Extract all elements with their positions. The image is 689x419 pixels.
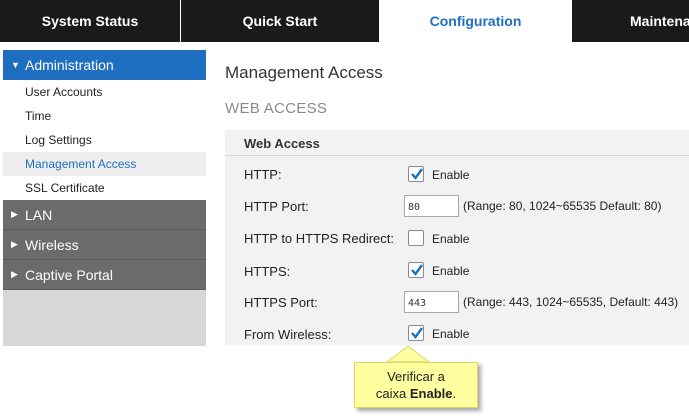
section-title: WEB ACCESS: [225, 100, 328, 117]
https-port-hint: (Range: 443, 1024~65535, Default: 443): [463, 295, 679, 309]
sidebar: ▼ Administration User Accounts Time Log …: [3, 50, 206, 346]
sidebar-item-ssl-certificate[interactable]: SSL Certificate: [3, 176, 206, 200]
tab-quick-start[interactable]: Quick Start: [180, 0, 379, 42]
https-port-input[interactable]: 443: [404, 291, 459, 313]
caret-right-icon: ▶: [11, 239, 18, 249]
from-wireless-enable-label: Enable: [432, 327, 470, 341]
sidebar-group-label: Administration: [25, 57, 114, 73]
from-wireless-label: From Wireless:: [244, 327, 332, 342]
http-enable-label: Enable: [432, 168, 470, 182]
caret-right-icon: ▶: [11, 269, 18, 279]
redirect-label: HTTP to HTTPS Redirect:: [244, 231, 395, 246]
from-wireless-enable-checkbox[interactable]: [408, 325, 424, 341]
http-label: HTTP:: [244, 167, 282, 182]
https-port-label: HTTPS Port:: [244, 295, 318, 310]
http-port-label: HTTP Port:: [244, 199, 309, 214]
sidebar-item-time[interactable]: Time: [3, 104, 206, 128]
sidebar-item-management-access[interactable]: Management Access: [3, 152, 206, 176]
callout-arrow-icon: [386, 345, 430, 363]
https-label: HTTPS:: [244, 264, 291, 279]
tab-system-status[interactable]: System Status: [0, 0, 180, 42]
sidebar-group-wireless[interactable]: ▶ Wireless: [3, 230, 206, 260]
checkmark-icon: [411, 264, 423, 276]
http-enable-checkbox[interactable]: [408, 166, 424, 182]
sidebar-group-administration[interactable]: ▼ Administration: [3, 50, 206, 80]
callout-tooltip: Verificar a caixa Enable.: [354, 362, 478, 408]
checkmark-icon: [411, 327, 423, 339]
redirect-enable-label: Enable: [432, 232, 470, 246]
page-title: Management Access: [225, 63, 383, 82]
sidebar-group-label: Captive Portal: [25, 266, 113, 283]
tab-maintenance[interactable]: Maintenance: [572, 0, 689, 42]
panel-header: Web Access: [225, 130, 689, 156]
caret-down-icon: ▼: [11, 60, 20, 70]
http-port-hint: (Range: 80, 1024~65535 Default: 80): [463, 199, 662, 213]
callout-line1: Verificar a: [387, 369, 445, 384]
callout-line2: caixa Enable.: [375, 386, 457, 401]
sidebar-group-label: Wireless: [25, 236, 79, 253]
sidebar-item-user-accounts[interactable]: User Accounts: [3, 80, 206, 104]
redirect-enable-checkbox[interactable]: [408, 230, 424, 246]
https-enable-checkbox[interactable]: [408, 262, 424, 278]
sidebar-group-lan[interactable]: ▶ LAN: [3, 200, 206, 230]
http-port-input[interactable]: 80: [404, 195, 459, 217]
top-navigation: System Status Quick Start Configuration …: [0, 0, 689, 42]
sidebar-group-captive-portal[interactable]: ▶ Captive Portal: [3, 260, 206, 290]
sidebar-item-log-settings[interactable]: Log Settings: [3, 128, 206, 152]
https-enable-label: Enable: [432, 264, 470, 278]
panel-title: Web Access: [244, 136, 320, 151]
caret-right-icon: ▶: [11, 209, 18, 219]
checkmark-icon: [411, 168, 423, 180]
tab-configuration[interactable]: Configuration: [379, 0, 572, 42]
sidebar-group-label: LAN: [25, 206, 53, 223]
